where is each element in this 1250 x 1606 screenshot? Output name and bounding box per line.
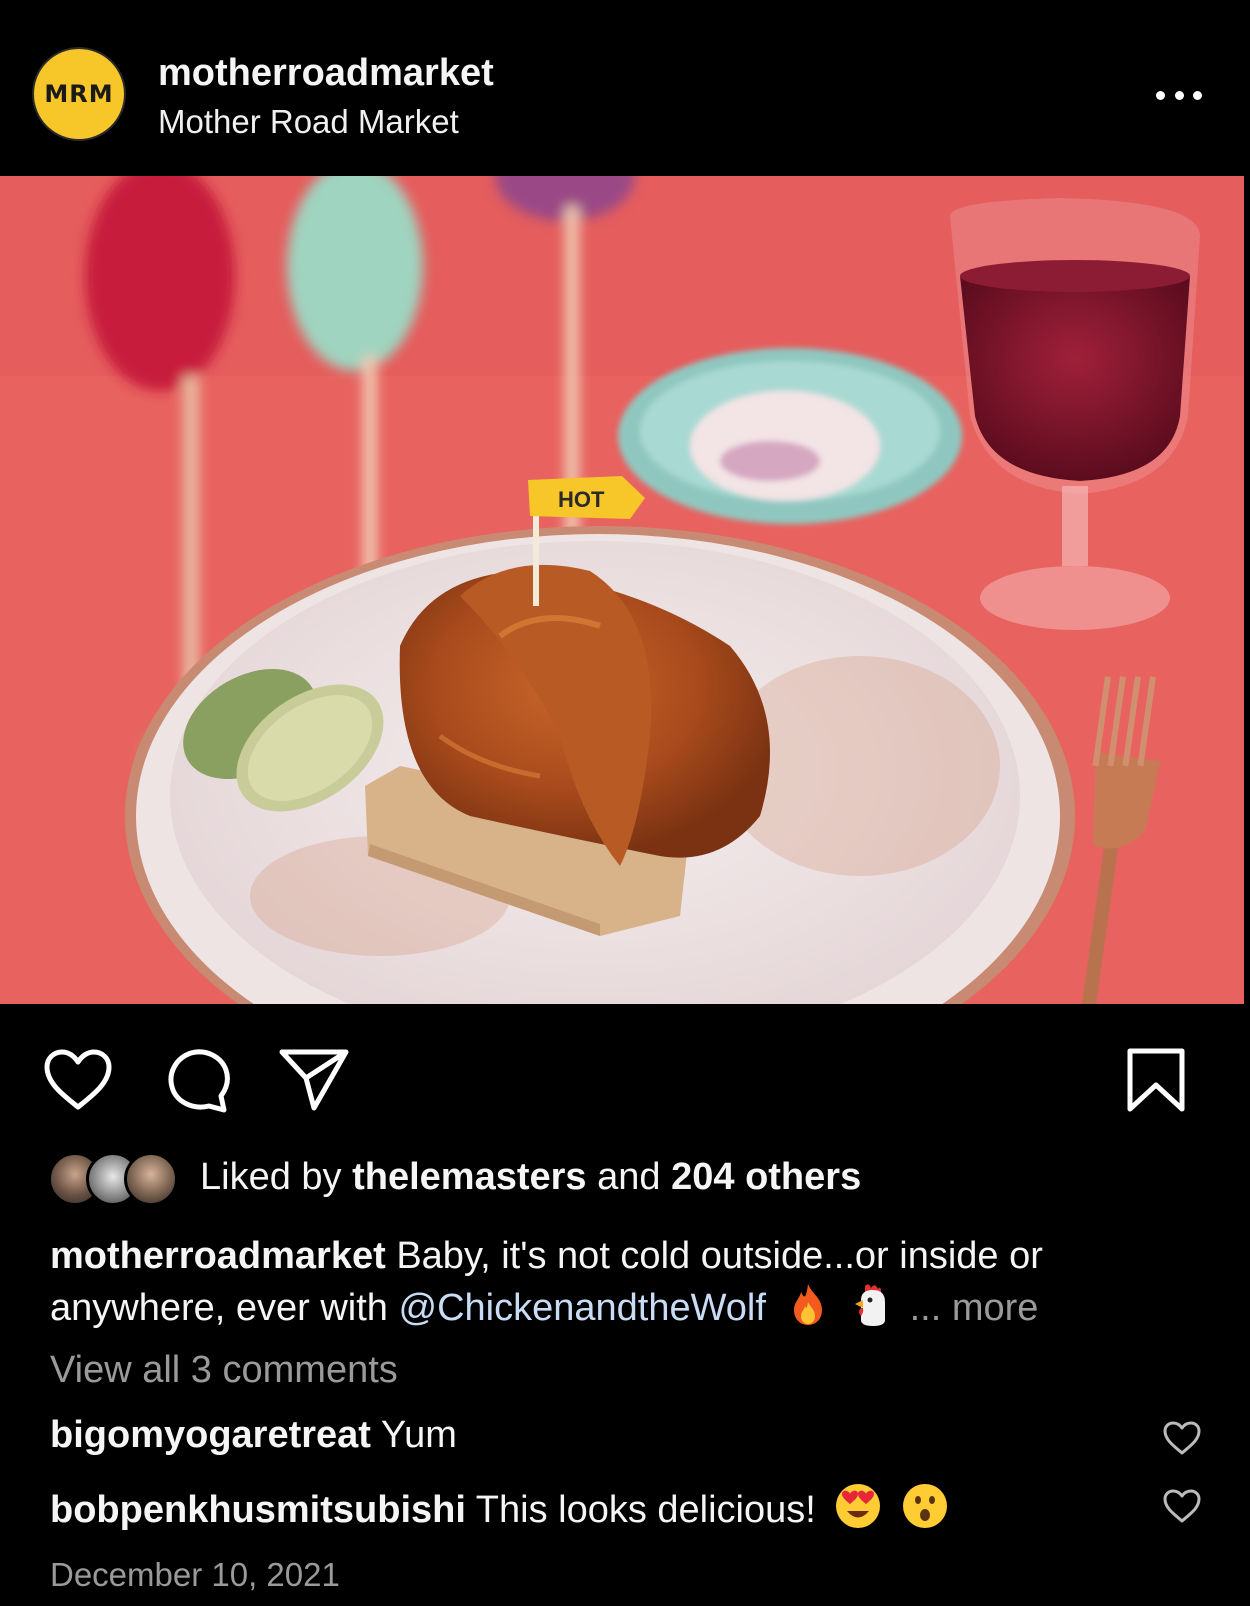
heart-icon	[44, 1049, 112, 1110]
likes-row[interactable]: Liked by thelemasters and 204 others	[48, 1150, 1198, 1206]
liker-avatars	[48, 1152, 184, 1206]
comment-username[interactable]: bobpenkhusmitsubishi	[50, 1489, 466, 1531]
post-actions	[0, 1030, 1250, 1120]
liker-username[interactable]: thelemasters	[352, 1156, 586, 1198]
comment-text: Yum	[380, 1414, 457, 1456]
comment-text: This looks delicious!	[475, 1489, 816, 1531]
post-photo[interactable]: HOT	[0, 176, 1244, 1004]
profile-avatar[interactable]: MRM	[32, 47, 126, 141]
caption-mention-link[interactable]: @ChickenandtheWolf	[399, 1287, 766, 1329]
comment-like-icon[interactable]	[1162, 1420, 1202, 1456]
more-dot-icon	[1156, 90, 1165, 100]
save-button[interactable]	[1118, 1042, 1194, 1118]
post-username[interactable]: motherroadmarket	[158, 52, 494, 95]
chicken-emoji-icon	[855, 1284, 886, 1326]
caption-more-link[interactable]: ... more	[910, 1287, 1039, 1329]
share-button[interactable]	[276, 1042, 352, 1118]
flag-text: HOT	[558, 487, 605, 512]
bookmark-icon	[1127, 1048, 1185, 1112]
post-location-name[interactable]: Mother Road Market	[158, 103, 459, 141]
view-all-comments-link[interactable]: View all 3 comments	[50, 1349, 398, 1392]
likes-prefix: Liked by	[200, 1156, 342, 1198]
comment-icon	[168, 1049, 230, 1113]
food-photo-illustration: HOT	[0, 176, 1244, 1004]
avatar	[124, 1152, 178, 1206]
caption-username[interactable]: motherroadmarket	[50, 1235, 386, 1277]
more-dot-icon	[1174, 90, 1184, 100]
post-date: December 10, 2021	[50, 1556, 340, 1593]
comment-row: bobpenkhusmitsubishi This looks deliciou…	[50, 1482, 1220, 1532]
post-header: MRM motherroadmarket Mother Road Market	[0, 0, 1250, 176]
comment-row: bigomyogaretreat Yum	[50, 1414, 1220, 1464]
likes-and: and	[597, 1156, 661, 1198]
likes-text: Liked by thelemasters and 204 others	[200, 1156, 861, 1199]
like-button[interactable]	[40, 1042, 116, 1118]
heart-eyes-emoji-icon	[836, 1484, 881, 1528]
comment-like-icon[interactable]	[1162, 1488, 1202, 1524]
avatar-logo-text: MRM	[44, 80, 114, 108]
post-caption: motherroadmarket Baby, it's not cold out…	[50, 1232, 1210, 1332]
comment-username[interactable]: bigomyogaretreat	[50, 1414, 371, 1456]
more-dot-icon	[1193, 90, 1202, 100]
comment-button[interactable]	[160, 1042, 236, 1118]
more-options-button[interactable]	[1148, 78, 1210, 112]
paper-plane-icon	[279, 1049, 349, 1111]
likes-others-count[interactable]: 204 others	[671, 1156, 861, 1198]
surprised-emoji-icon	[902, 1484, 947, 1528]
fire-emoji-icon	[794, 1284, 823, 1325]
